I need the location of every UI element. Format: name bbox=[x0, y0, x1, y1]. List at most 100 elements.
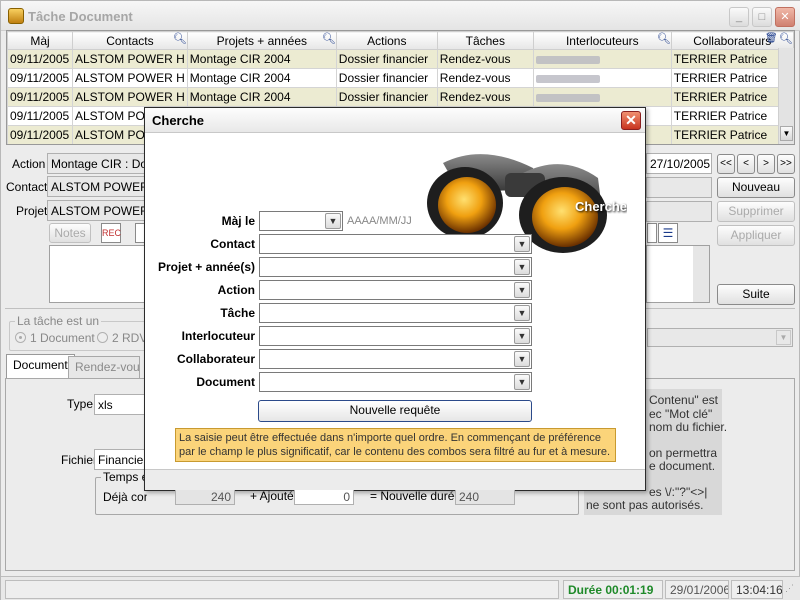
minimize-button[interactable]: _ bbox=[729, 7, 749, 27]
search-icon[interactable]: 🔍︎ bbox=[779, 33, 793, 45]
document-select[interactable]: ▼ bbox=[259, 372, 532, 392]
chevron-down-icon[interactable]: ▼ bbox=[325, 213, 341, 229]
chevron-down-icon[interactable]: ▼ bbox=[776, 330, 791, 345]
chevron-down-icon[interactable]: ▼ bbox=[514, 328, 530, 344]
type-field[interactable]: xls bbox=[94, 394, 148, 415]
contact-label: Contact bbox=[6, 180, 48, 194]
nav-first-button[interactable]: << bbox=[717, 154, 735, 174]
table-row[interactable]: 09/11/2005 ALSTOM POWER H Montage CIR 2004… bbox=[7, 68, 794, 88]
notes-scrollbar[interactable] bbox=[693, 246, 709, 302]
search-icon[interactable]: 🔍︎ bbox=[322, 33, 336, 45]
justify-icon[interactable] bbox=[647, 223, 657, 243]
tache-select[interactable]: ▼ bbox=[259, 303, 532, 323]
supprimer-button[interactable]: Supprimer bbox=[717, 201, 795, 222]
cell: Dossier financier bbox=[335, 49, 438, 69]
title-bar: Tâche Document _ □ ✕ bbox=[1, 1, 800, 31]
notes-button[interactable]: Notes bbox=[49, 223, 91, 243]
cell: ALSTOM POWER H bbox=[72, 49, 188, 69]
cell-redacted bbox=[532, 87, 672, 107]
cell: TERRIER Patrice bbox=[670, 49, 794, 69]
chevron-down-icon[interactable]: ▼ bbox=[514, 351, 530, 367]
help-line: Contenu" est bbox=[649, 393, 718, 407]
nouveau-button[interactable]: Nouveau bbox=[717, 177, 795, 198]
col-header-actions[interactable]: Actions bbox=[335, 31, 438, 50]
cell: 09/11/2005 bbox=[7, 49, 73, 69]
maximize-button[interactable]: □ bbox=[752, 7, 772, 27]
binoculars-label: Cherche bbox=[575, 199, 628, 214]
cell: Rendez-vous bbox=[436, 87, 534, 107]
search-icon[interactable]: 🔍︎ bbox=[173, 33, 187, 45]
projet-select[interactable]: ▼ bbox=[259, 257, 532, 277]
col-header-interlocuteurs[interactable]: Interlocuteurs 🔍︎ bbox=[532, 31, 672, 50]
rec-icon[interactable]: REC bbox=[101, 223, 121, 243]
date-field[interactable]: 27/10/2005 bbox=[646, 153, 712, 174]
interlocuteur-label: Interlocuteur bbox=[181, 329, 255, 343]
chevron-down-icon[interactable]: ▼ bbox=[514, 236, 530, 252]
radio-rdv[interactable] bbox=[97, 332, 108, 343]
delete-icon[interactable]: 🗑︎ bbox=[765, 33, 779, 47]
nav-last-button[interactable]: >> bbox=[777, 154, 795, 174]
nav-next-button[interactable]: > bbox=[757, 154, 775, 174]
close-button[interactable]: ✕ bbox=[775, 7, 795, 27]
grid-scrollbar[interactable]: ▼ bbox=[778, 48, 794, 144]
fichier-field[interactable]: Financier bbox=[94, 449, 148, 470]
cell: TERRIER Patrice bbox=[670, 68, 794, 88]
action-select[interactable]: ▼ bbox=[259, 280, 532, 300]
cell: ALSTOM POWER H bbox=[72, 87, 188, 107]
cell: TERRIER Patrice bbox=[670, 87, 794, 107]
date-format-hint: AAAA/MM/JJ bbox=[347, 215, 412, 227]
help-line: e document. bbox=[649, 459, 716, 473]
collaborateur-select[interactable]: ▼ bbox=[259, 349, 532, 369]
col-label: Collaborateurs bbox=[693, 33, 772, 48]
cell: Montage CIR 2004 bbox=[186, 49, 337, 69]
status-duree: Durée 00:01:19 bbox=[563, 580, 663, 599]
help-line: ne sont pas autorisés. bbox=[586, 498, 704, 512]
projet-field[interactable]: ALSTOM POWER H bbox=[47, 200, 147, 221]
cell: 09/11/2005 bbox=[7, 87, 73, 107]
contact-select[interactable]: ▼ bbox=[259, 234, 532, 254]
temps-legend: Temps ef bbox=[101, 470, 147, 484]
chevron-down-icon[interactable]: ▼ bbox=[514, 282, 530, 298]
radio-document-label: 1 Document bbox=[30, 331, 95, 345]
nouvelle-label: = Nouvelle durée bbox=[370, 489, 462, 503]
col-header-contacts[interactable]: Contacts 🔍︎ bbox=[72, 31, 188, 50]
type-label: Type bbox=[67, 397, 94, 411]
table-row[interactable]: 09/11/2005 ALSTOM POWER H Montage CIR 2004… bbox=[7, 49, 794, 69]
nav-prev-button[interactable]: < bbox=[737, 154, 755, 174]
search-icon[interactable]: 🔍︎ bbox=[657, 33, 671, 45]
radio-document[interactable] bbox=[15, 332, 26, 343]
tab-rendez-vous[interactable]: Rendez-vous bbox=[68, 356, 140, 378]
cell: Montage CIR 2004 bbox=[186, 68, 337, 88]
col-header-maj[interactable]: Màj bbox=[7, 31, 73, 50]
fichier-label: Fichier bbox=[61, 453, 98, 467]
appliquer-button[interactable]: Appliquer bbox=[717, 225, 795, 246]
cell: Rendez-vous bbox=[436, 68, 534, 88]
interlocuteur-select[interactable]: ▼ bbox=[259, 326, 532, 346]
table-row[interactable]: 09/11/2005 ALSTOM POWER H Montage CIR 2004… bbox=[7, 87, 794, 107]
dialog-close-button[interactable]: ✕ bbox=[621, 111, 641, 130]
status-bar: Durée 00:01:19 29/01/2006 13:04:16 ⋰ bbox=[1, 576, 800, 600]
chevron-down-icon[interactable]: ▼ bbox=[514, 259, 530, 275]
resize-grip-icon[interactable]: ⋰ bbox=[785, 583, 797, 597]
dialog-title-bar: Cherche bbox=[145, 108, 645, 133]
notes-area[interactable] bbox=[49, 245, 147, 303]
status-time: 13:04:16 bbox=[731, 580, 783, 599]
tab-document[interactable]: Document bbox=[6, 354, 75, 378]
action-field[interactable]: Montage CIR : Doss bbox=[47, 153, 147, 174]
chevron-down-icon[interactable]: ▼ bbox=[514, 374, 530, 390]
action-label: Action bbox=[217, 283, 255, 297]
chevron-down-icon[interactable]: ▼ bbox=[514, 305, 530, 321]
nouvelle-requete-button[interactable]: Nouvelle requête bbox=[258, 400, 532, 422]
suite-button[interactable]: Suite bbox=[717, 284, 795, 305]
status-message bbox=[5, 580, 559, 599]
col-header-projets[interactable]: Projets + années 🔍︎ bbox=[186, 31, 337, 50]
align-icon[interactable]: ☰ bbox=[658, 223, 678, 243]
task-select[interactable]: ▼ bbox=[647, 328, 793, 347]
scroll-down-icon[interactable]: ▼ bbox=[780, 126, 793, 141]
contact-field[interactable]: ALSTOM POWER H bbox=[47, 176, 147, 197]
col-header-taches[interactable]: Tâches bbox=[436, 31, 534, 50]
hint-text: La saisie peut être effectuée dans n'imp… bbox=[179, 432, 611, 458]
cell: Dossier financier bbox=[335, 68, 438, 88]
projet-label: Projet bbox=[16, 204, 48, 218]
maj-date-select[interactable]: ▼ bbox=[259, 211, 343, 231]
